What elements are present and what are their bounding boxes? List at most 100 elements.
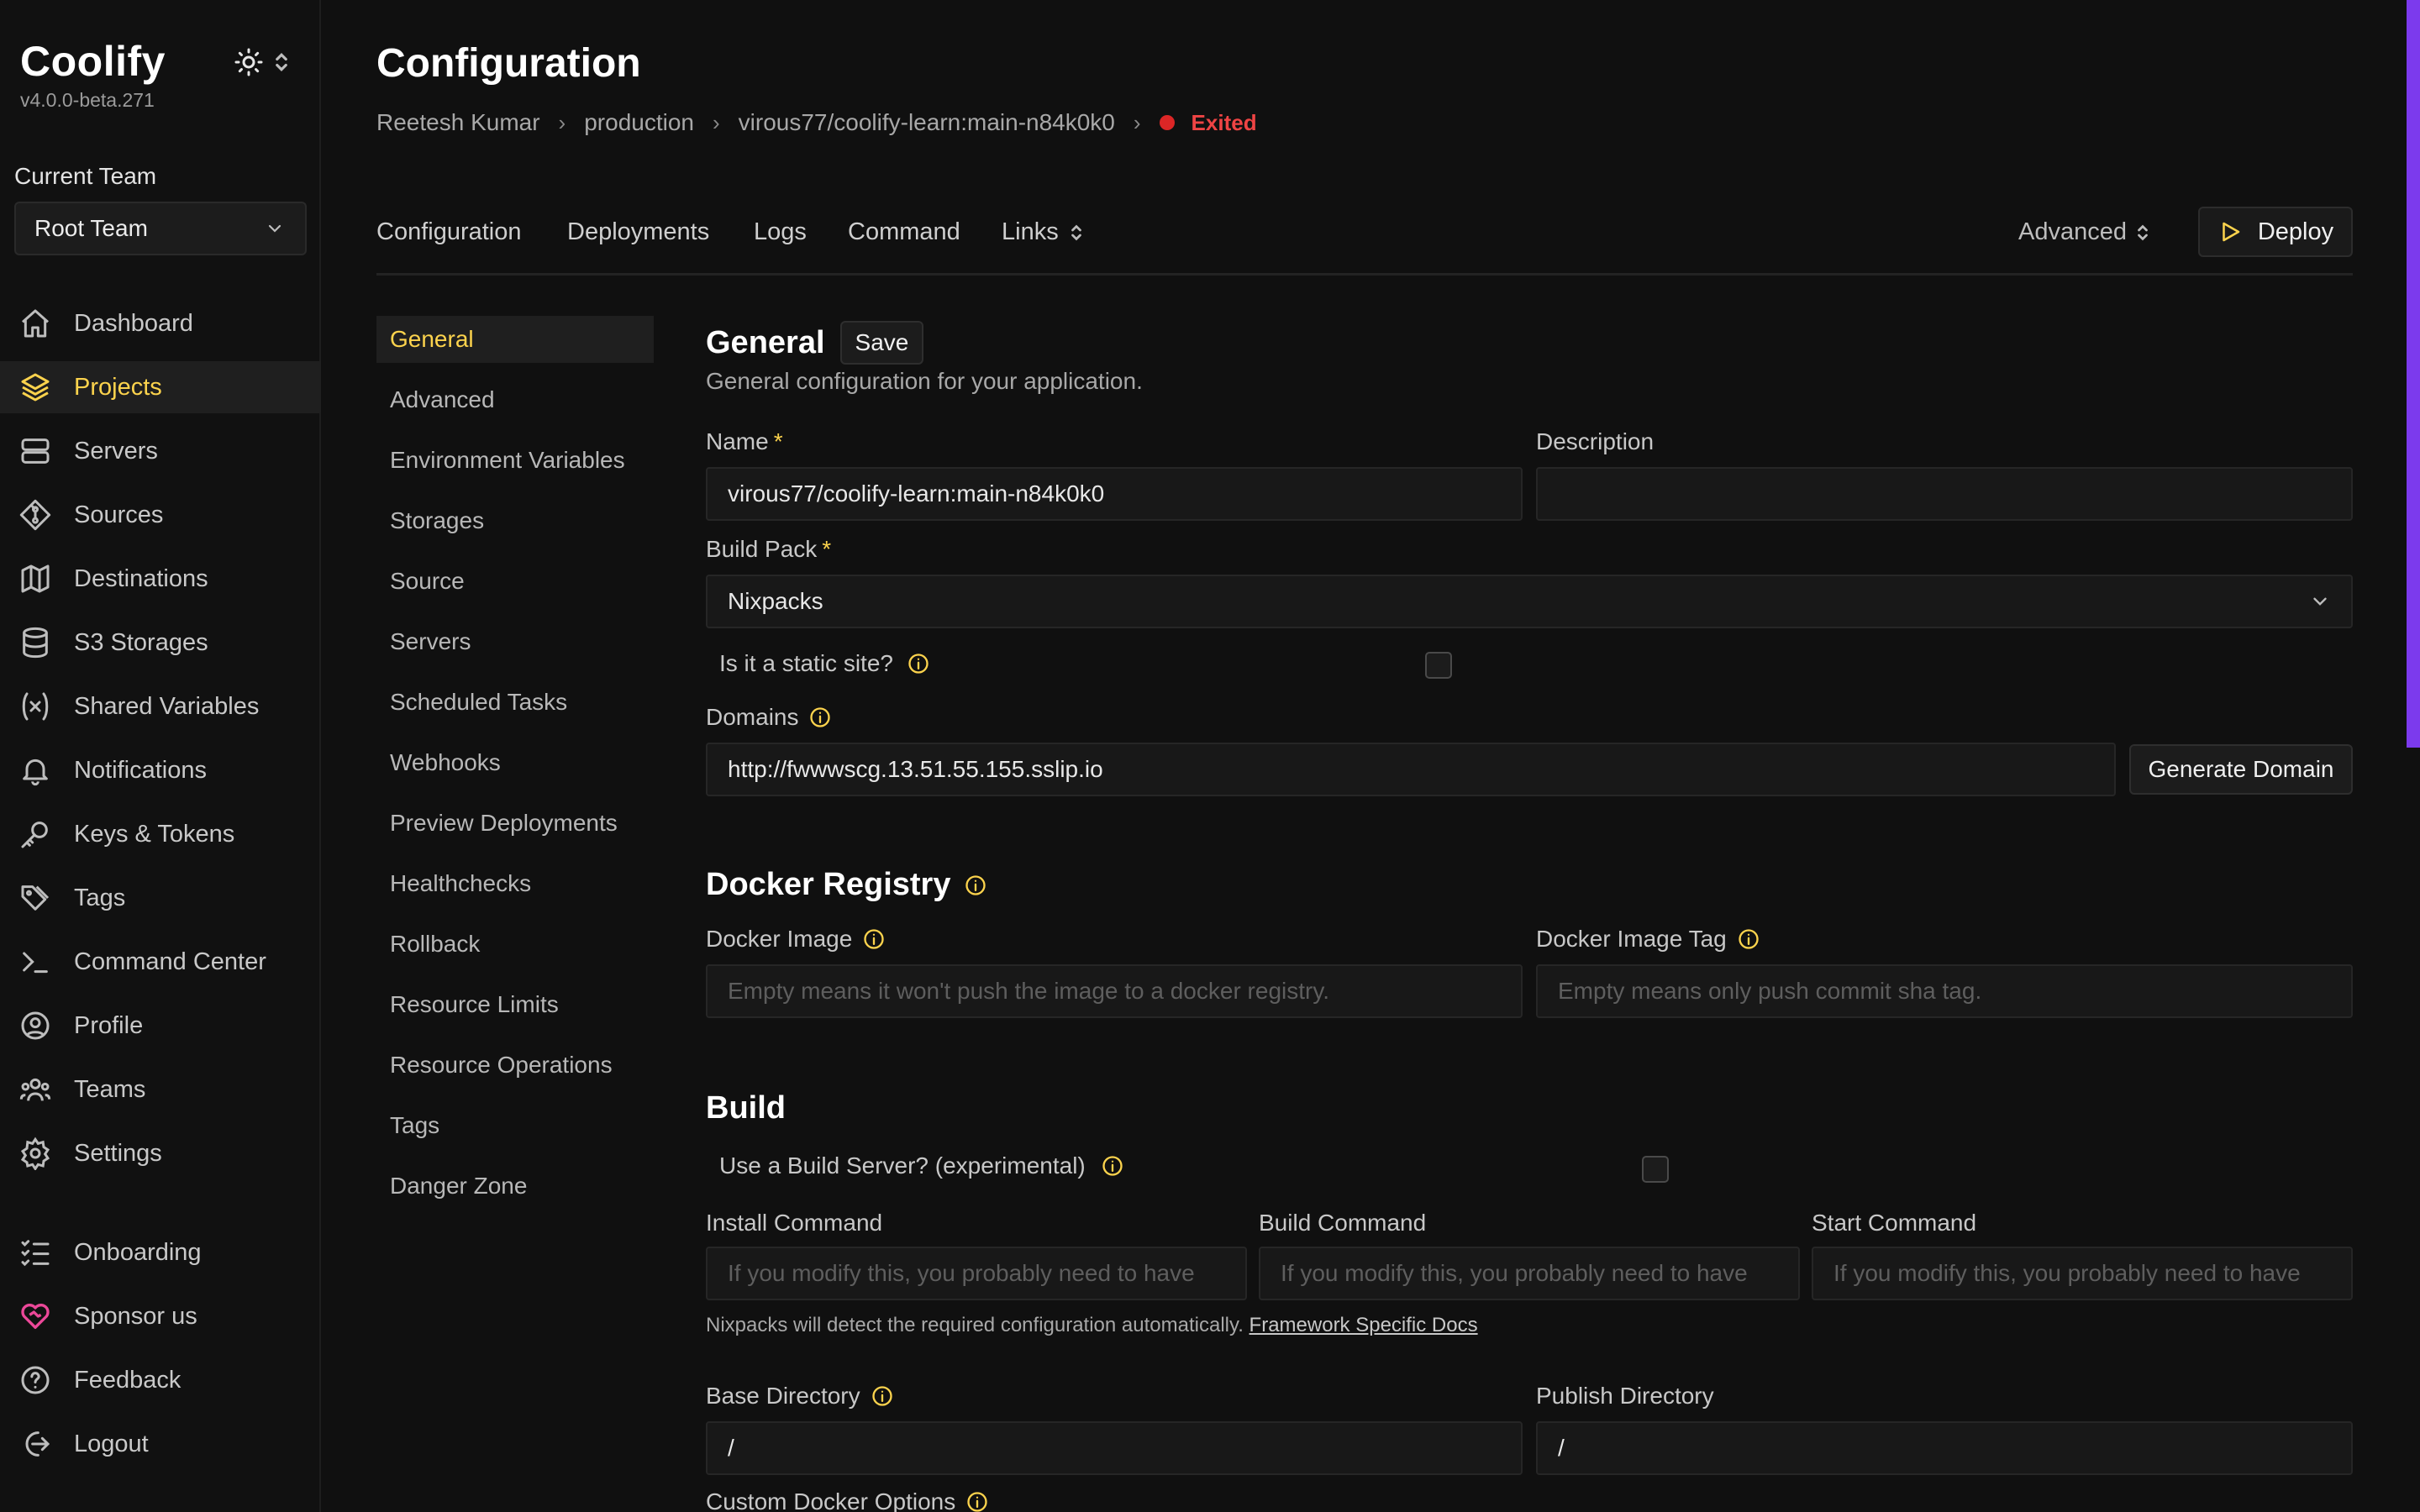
sidebar-item-label: Destinations (74, 564, 208, 592)
deploy-button[interactable]: Deploy (2198, 207, 2353, 257)
sidebar-item-feedback[interactable]: Feedback (0, 1354, 321, 1406)
subnav-item-tags[interactable]: Tags (376, 1102, 654, 1149)
tab-links[interactable]: Links (1002, 218, 1084, 246)
publish-directory-label: Publish Directory (1536, 1383, 1714, 1409)
sidebar-item-logout[interactable]: Logout (0, 1418, 321, 1470)
build-pack-select[interactable]: Nixpacks (706, 575, 2353, 628)
sidebar-item-sponsor[interactable]: Sponsor us (0, 1290, 321, 1342)
nixpacks-helper-text: Nixpacks will detect the required config… (706, 1314, 1244, 1336)
publish-directory-field[interactable]: / (1536, 1421, 2353, 1475)
subnav-item-webhooks[interactable]: Webhooks (376, 739, 654, 786)
team-select[interactable]: Root Team (14, 202, 307, 255)
sidebar-item-label: Sponsor us (74, 1302, 197, 1330)
subnav-item-general[interactable]: General (376, 316, 654, 363)
custom-docker-options-label-text: Custom Docker Options (706, 1488, 956, 1512)
framework-docs-link[interactable]: Framework Specific Docs (1249, 1314, 1478, 1336)
docker-image-field[interactable]: Empty means it won't push the image to a… (706, 964, 1523, 1018)
base-directory-label-text: Base Directory (706, 1383, 860, 1409)
layers-icon (17, 369, 54, 406)
advanced-dropdown[interactable]: Advanced (2018, 218, 2150, 246)
subnav-item-danger-zone[interactable]: Danger Zone (376, 1163, 654, 1210)
tab-links-label: Links (1002, 218, 1059, 245)
tab-configuration[interactable]: Configuration (376, 218, 522, 246)
info-icon[interactable] (808, 706, 832, 729)
breadcrumb-item-environment[interactable]: production (584, 109, 694, 136)
sidebar-item-label: Tags (74, 884, 126, 911)
save-button[interactable]: Save (839, 321, 924, 365)
chevron-right-icon: › (558, 109, 566, 135)
sidebar-item-label: Teams (74, 1075, 146, 1103)
domains-field[interactable]: http://fwwwscg.13.51.55.155.sslip.io (706, 743, 2116, 796)
heart-handshake-icon (17, 1298, 54, 1335)
sidebar-item-notifications[interactable]: Notifications (0, 744, 321, 796)
sidebar-item-shared-variables[interactable]: Shared Variables (0, 680, 321, 732)
docker-image-label-text: Docker Image (706, 926, 853, 952)
breadcrumb-item-team[interactable]: Reetesh Kumar (376, 109, 540, 136)
sidebar-item-label: Servers (74, 437, 158, 465)
breadcrumb-item-application[interactable]: virous77/coolify-learn:main-n84k0k0 (739, 109, 1115, 136)
docker-registry-header: Docker Registry (706, 867, 987, 903)
subnav-item-servers[interactable]: Servers (376, 618, 654, 665)
sidebar-item-s3-storages[interactable]: S3 Storages (0, 617, 321, 669)
subnav-item-preview-deployments[interactable]: Preview Deployments (376, 800, 654, 847)
info-icon[interactable] (1101, 1154, 1124, 1178)
variable-icon (17, 688, 54, 725)
subnav-item-resource-operations[interactable]: Resource Operations (376, 1042, 654, 1089)
sidebar-item-onboarding[interactable]: Onboarding (0, 1226, 321, 1278)
build-server-label: Use a Build Server? (experimental) (719, 1152, 1124, 1179)
sidebar-item-servers[interactable]: Servers (0, 425, 321, 477)
scrollbar[interactable] (2407, 0, 2420, 748)
sidebar-item-label: S3 Storages (74, 628, 208, 656)
subnav-item-environment-variables[interactable]: Environment Variables (376, 437, 654, 484)
name-label-text: Name (706, 428, 769, 454)
start-command-field[interactable]: If you modify this, you probably need to… (1812, 1247, 2353, 1300)
tab-command[interactable]: Command (848, 218, 960, 246)
info-icon[interactable] (862, 927, 886, 951)
deploy-button-label: Deploy (2257, 218, 2334, 245)
sidebar-item-sources[interactable]: Sources (0, 489, 321, 541)
terminal-icon (17, 943, 54, 980)
sidebar-item-dashboard[interactable]: Dashboard (0, 297, 321, 349)
name-field[interactable]: virous77/coolify-learn:main-n84k0k0 (706, 467, 1523, 521)
user-circle-icon (17, 1007, 54, 1044)
build-server-checkbox[interactable] (1642, 1156, 1669, 1183)
home-icon (17, 305, 54, 342)
name-label: Name * (706, 428, 783, 455)
docker-image-tag-field[interactable]: Empty means only push commit sha tag. (1536, 964, 2353, 1018)
sidebar-item-settings[interactable]: Settings (0, 1127, 321, 1179)
subnav-item-source[interactable]: Source (376, 558, 654, 605)
tab-logs[interactable]: Logs (754, 218, 807, 246)
subnav-item-healthchecks[interactable]: Healthchecks (376, 860, 654, 907)
sidebar-bottom-nav: Onboarding Sponsor us Feedback Logout (0, 1226, 321, 1482)
brand: Coolify v4.0.0-beta.271 (20, 37, 166, 112)
generate-domain-button[interactable]: Generate Domain (2129, 744, 2353, 795)
sidebar-item-destinations[interactable]: Destinations (0, 553, 321, 605)
info-icon[interactable] (965, 1490, 989, 1512)
description-field[interactable] (1536, 467, 2353, 521)
install-command-field[interactable]: If you modify this, you probably need to… (706, 1247, 1247, 1300)
sidebar-item-command-center[interactable]: Command Center (0, 936, 321, 988)
sidebar-item-profile[interactable]: Profile (0, 1000, 321, 1052)
sidebar-item-teams[interactable]: Teams (0, 1063, 321, 1116)
sidebar-item-keys-tokens[interactable]: Keys & Tokens (0, 808, 321, 860)
sidebar-item-tags[interactable]: Tags (0, 872, 321, 924)
subnav-item-scheduled-tasks[interactable]: Scheduled Tasks (376, 679, 654, 726)
static-site-checkbox[interactable] (1425, 652, 1452, 679)
info-icon[interactable] (1737, 927, 1760, 951)
info-icon[interactable] (871, 1384, 894, 1408)
tab-deployments[interactable]: Deployments (567, 218, 709, 246)
database-icon (17, 624, 54, 661)
base-directory-field[interactable]: / (706, 1421, 1523, 1475)
info-icon[interactable] (964, 874, 987, 897)
subnav-item-advanced[interactable]: Advanced (376, 376, 654, 423)
subnav-item-rollback[interactable]: Rollback (376, 921, 654, 968)
subnav-item-resource-limits[interactable]: Resource Limits (376, 981, 654, 1028)
theme-toggle[interactable] (234, 47, 291, 77)
sidebar-item-projects[interactable]: Projects (0, 361, 321, 413)
logout-icon (17, 1425, 54, 1462)
custom-docker-options-label: Custom Docker Options (706, 1488, 989, 1512)
domains-label-text: Domains (706, 704, 799, 730)
build-command-field[interactable]: If you modify this, you probably need to… (1259, 1247, 1800, 1300)
info-icon[interactable] (907, 652, 930, 675)
subnav-item-storages[interactable]: Storages (376, 497, 654, 544)
